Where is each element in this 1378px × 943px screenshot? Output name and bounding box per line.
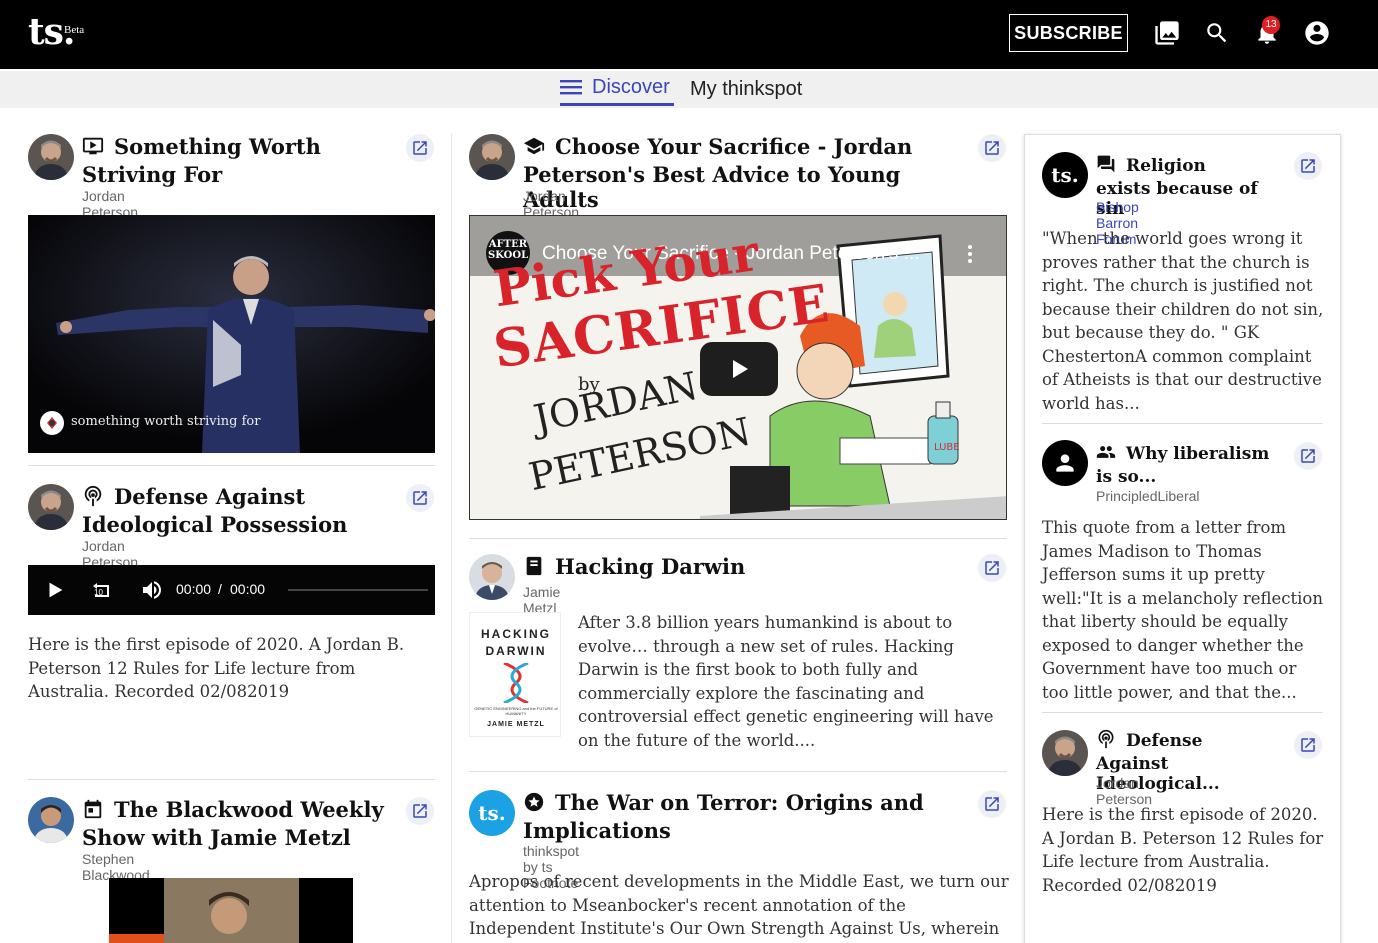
play-icon — [733, 360, 748, 378]
avatar[interactable]: ts. — [469, 790, 515, 836]
avatar[interactable] — [28, 134, 74, 180]
more-options-icon[interactable] — [967, 244, 972, 269]
video-icon — [82, 135, 104, 162]
open-external-icon[interactable] — [406, 797, 434, 825]
post-title[interactable]: Hacking Darwin — [523, 554, 963, 582]
card-divider — [28, 465, 435, 466]
sub-navigation: Discover My thinkspot — [0, 71, 1378, 108]
card-divider — [1042, 423, 1323, 424]
person-icon — [1056, 454, 1074, 472]
open-external-icon[interactable] — [406, 484, 434, 512]
open-external-icon[interactable] — [1294, 442, 1322, 470]
podcast-icon — [1096, 729, 1116, 754]
search-icon[interactable] — [1202, 18, 1232, 48]
library-icon[interactable] — [1152, 18, 1182, 48]
book-cover[interactable]: HACKING DARWIN GENETIC ENGINEERING and t… — [469, 612, 561, 737]
avatar[interactable]: ts. — [1042, 152, 1088, 198]
post-excerpt[interactable]: This quote from a letter from James Madi… — [1042, 516, 1327, 704]
tab-my-thinkspot[interactable]: My thinkspot — [690, 71, 802, 108]
post-title-text: Defense Against Ideological Possession — [82, 484, 348, 537]
play-icon[interactable] — [44, 579, 66, 606]
rewind-seconds: 10 — [94, 588, 103, 597]
account-icon[interactable] — [1302, 18, 1332, 48]
book-cover-title: DARWIN — [485, 644, 547, 658]
menu-icon — [560, 78, 582, 96]
post-title[interactable]: The War on Terror: Origins and Implicati… — [523, 790, 963, 843]
book-cover-subtitle: GENETIC ENGINEERING and the FUTURE of HU… — [474, 706, 558, 716]
beta-label: Beta — [64, 24, 85, 36]
audio-player: 10 00:00 / 00:00 — [28, 565, 435, 615]
star-badge-icon — [523, 791, 545, 818]
subscribe-button[interactable]: SUBSCRIBE — [1009, 14, 1128, 52]
column-separator — [451, 134, 452, 943]
avatar[interactable] — [28, 484, 74, 530]
video-caption: something worth striving for — [71, 414, 261, 429]
post-title-text: Why liberalism is so... — [1096, 444, 1270, 487]
top-header: ts. Beta SUBSCRIBE 13 — [0, 0, 1378, 69]
post-excerpt[interactable]: Apropos of recent developments in the Mi… — [469, 870, 1009, 943]
calendar-icon — [82, 798, 104, 825]
card-divider — [1042, 712, 1323, 713]
post-title-text: The War on Terror: Origins and Implicati… — [523, 790, 924, 843]
channel-logo — [40, 411, 64, 435]
audio-duration: 00:00 — [230, 581, 266, 597]
open-external-icon[interactable] — [1294, 731, 1322, 759]
post-title-text: Hacking Darwin — [555, 554, 746, 579]
video-player[interactable]: something worth striving for — [28, 215, 435, 453]
avatar[interactable] — [469, 134, 515, 180]
book-cover-title: HACKING — [481, 627, 551, 641]
card-divider — [469, 771, 1007, 772]
avatar[interactable] — [469, 554, 515, 600]
post-title[interactable]: Why liberalism is so... — [1096, 442, 1276, 487]
audio-time-separator: / — [218, 581, 222, 597]
post-excerpt[interactable]: Here is the first episode of 2020. A Jor… — [1042, 803, 1327, 897]
open-external-icon[interactable] — [978, 790, 1006, 818]
open-external-icon[interactable] — [978, 134, 1006, 162]
open-external-icon[interactable] — [978, 554, 1006, 582]
avatar[interactable] — [28, 797, 74, 843]
open-external-icon[interactable] — [406, 134, 434, 162]
video-player[interactable]: AFTER SKOOL Choose Your Sacrifice - Jord… — [469, 215, 1007, 520]
audio-progress[interactable] — [288, 589, 428, 591]
tab-discover[interactable]: Discover — [560, 71, 674, 106]
post-title[interactable]: Defense Against Ideological Possession — [82, 484, 402, 537]
group-icon — [1096, 442, 1116, 467]
book-icon — [523, 555, 545, 582]
audio-current-time: 00:00 — [176, 581, 212, 597]
post-excerpt[interactable]: After 3.8 billion years humankind is abo… — [578, 611, 1006, 752]
book-cover-author: JAMIE METZL — [487, 721, 545, 728]
card-divider — [469, 538, 1007, 539]
card-divider — [28, 779, 435, 780]
post-title-text: Choose Your Sacrifice - Jordan Peterson'… — [523, 134, 913, 212]
podcast-icon — [82, 485, 104, 512]
post-title[interactable]: The Blackwood Weekly Show with Jamie Met… — [82, 797, 402, 850]
volume-icon[interactable] — [140, 578, 164, 607]
post-excerpt[interactable]: "When the world goes wrong it proves rat… — [1042, 227, 1327, 415]
event-thumbnail[interactable] — [109, 878, 353, 943]
post-author[interactable]: PrincipledLiberal — [1096, 488, 1200, 504]
post-title[interactable]: Choose Your Sacrifice - Jordan Peterson'… — [523, 134, 978, 212]
dna-icon — [503, 663, 529, 703]
post-title[interactable]: Something Worth Striving For — [82, 134, 397, 187]
notification-badge: 13 — [1262, 16, 1280, 34]
post-excerpt[interactable]: Here is the first episode of 2020. A Jor… — [28, 633, 428, 704]
tab-discover-label: Discover — [592, 75, 670, 98]
open-external-icon[interactable] — [1294, 152, 1322, 180]
chat-icon — [1096, 154, 1116, 179]
thumb-text: LUBE — [934, 442, 960, 453]
avatar[interactable] — [1042, 440, 1088, 486]
course-icon — [523, 135, 545, 162]
post-title-text: The Blackwood Weekly Show with Jamie Met… — [82, 797, 384, 850]
play-button[interactable] — [700, 342, 778, 396]
post-title-text: Something Worth Striving For — [82, 134, 321, 187]
avatar[interactable] — [1042, 730, 1088, 776]
